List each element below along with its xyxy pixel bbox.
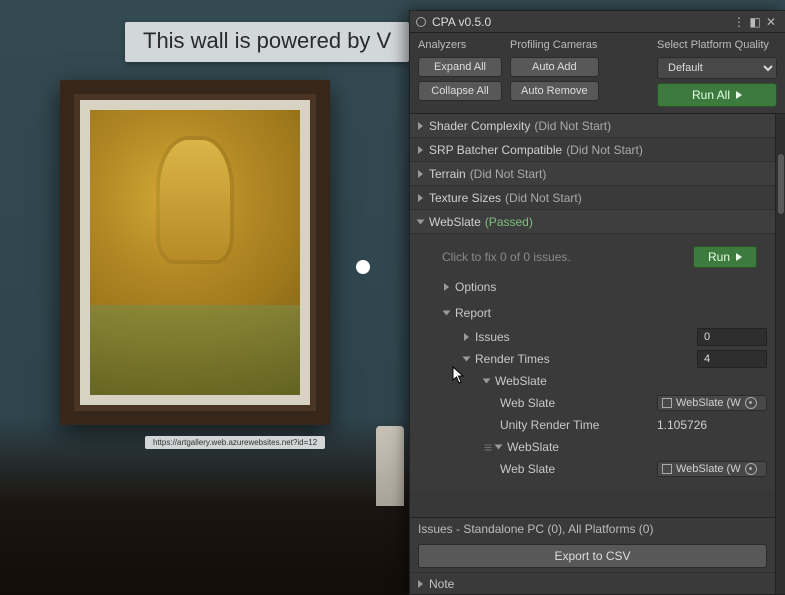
run-button[interactable]: Run <box>693 246 757 268</box>
prefab-icon <box>662 464 672 474</box>
platform-quality-select[interactable]: Default <box>657 57 777 79</box>
analyzer-name: Terrain <box>429 167 466 181</box>
analyzer-row-texture-sizes[interactable]: Texture Sizes (Did Not Start) <box>410 186 775 210</box>
analyzer-status: (Did Not Start) <box>505 191 582 205</box>
wall-banner: This wall is powered by V <box>125 22 409 62</box>
analyzer-row-webslate[interactable]: WebSlate (Passed) <box>410 210 775 234</box>
scrollbar-thumb[interactable] <box>778 154 784 214</box>
profiling-cameras-label: Profiling Cameras <box>510 39 599 53</box>
object-name: WebSlate (W <box>676 397 741 409</box>
analyzer-name: SRP Batcher Compatible <box>429 143 562 157</box>
expand-icon[interactable] <box>418 194 423 202</box>
render-entry-time-0: Unity Render Time 1.105726 <box>444 414 767 436</box>
panel-titlebar[interactable]: CPA v0.5.0 ⋮ ◧ ✕ <box>410 11 785 33</box>
dock-icon[interactable]: ◧ <box>747 15 763 29</box>
collapse-icon[interactable] <box>495 445 503 450</box>
analyzer-status: (Did Not Start) <box>566 143 643 157</box>
run-label: Run <box>708 250 730 264</box>
collapse-icon[interactable] <box>417 219 425 224</box>
painting-frame <box>60 80 330 425</box>
play-icon <box>736 91 742 99</box>
auto-add-button[interactable]: Auto Add <box>510 57 599 77</box>
render-times-node[interactable]: Render Times 4 <box>444 348 767 370</box>
center-reticle <box>356 260 370 274</box>
time-value: 1.105726 <box>657 418 767 432</box>
issues-count: 0 <box>697 328 767 346</box>
expand-icon[interactable] <box>418 146 423 154</box>
issues-summary: Issues - Standalone PC (0), All Platform… <box>410 518 775 540</box>
painting-artwork <box>90 110 300 395</box>
panel-title: CPA v0.5.0 <box>432 15 731 29</box>
expand-icon[interactable] <box>418 122 423 130</box>
expand-icon[interactable] <box>418 170 423 178</box>
analyzer-status: (Did Not Start) <box>470 167 547 181</box>
analyzer-row-srp-batcher[interactable]: SRP Batcher Compatible (Did Not Start) <box>410 138 775 162</box>
analyzer-status: (Passed) <box>485 215 533 229</box>
collapse-icon[interactable] <box>443 311 451 316</box>
analyzers-label: Analyzers <box>418 39 502 53</box>
collapse-all-button[interactable]: Collapse All <box>418 81 502 101</box>
object-name: WebSlate (W <box>676 463 741 475</box>
gallery-bench <box>376 426 404 506</box>
note-row[interactable]: Note <box>410 572 775 594</box>
time-label: Unity Render Time <box>500 418 599 432</box>
expand-icon[interactable] <box>464 333 469 341</box>
kebab-menu-icon[interactable]: ⋮ <box>731 15 747 29</box>
analyzer-row-shader-complexity[interactable]: Shader Complexity (Did Not Start) <box>410 114 775 138</box>
options-node[interactable]: Options <box>444 274 767 300</box>
collapse-icon[interactable] <box>483 379 491 384</box>
collapse-icon[interactable] <box>463 357 471 362</box>
prefab-icon <box>662 398 672 408</box>
vertical-scrollbar[interactable] <box>775 114 785 594</box>
render-times-count: 4 <box>697 350 767 368</box>
options-label: Options <box>455 280 496 294</box>
slate-label: Web Slate <box>500 396 555 410</box>
render-entry-group-1[interactable]: ≡ WebSlate <box>444 436 767 458</box>
expand-icon[interactable] <box>444 283 449 291</box>
run-all-button[interactable]: Run All <box>657 83 777 107</box>
platform-quality-label: Select Platform Quality <box>657 39 777 53</box>
issues-node[interactable]: Issues 0 <box>444 326 767 348</box>
slate-label: Web Slate <box>500 462 555 476</box>
cpa-panel: CPA v0.5.0 ⋮ ◧ ✕ Analyzers Expand All Co… <box>409 10 785 595</box>
webslate-section: Click to fix 0 of 0 issues. Run Options <box>410 234 775 490</box>
drag-handle-icon[interactable]: ≡ <box>484 439 490 455</box>
run-all-label: Run All <box>692 88 730 102</box>
entry-group-label: WebSlate <box>495 374 547 388</box>
render-entry-slate-0: Web Slate WebSlate (W <box>444 392 767 414</box>
panel-footer: Issues - Standalone PC (0), All Platform… <box>410 517 775 594</box>
play-icon <box>736 253 742 261</box>
render-entry-slate-1: Web Slate WebSlate (W <box>444 458 767 480</box>
painting-url-tag: https://artgallery.web.azurewebsites.net… <box>145 436 325 449</box>
analyzer-row-terrain[interactable]: Terrain (Did Not Start) <box>410 162 775 186</box>
fix-hint[interactable]: Click to fix 0 of 0 issues. <box>428 250 685 264</box>
auto-remove-button[interactable]: Auto Remove <box>510 81 599 101</box>
object-picker-icon[interactable] <box>745 463 757 475</box>
analyzer-status: (Did Not Start) <box>534 119 611 133</box>
render-entry-group-0[interactable]: WebSlate <box>444 370 767 392</box>
panel-icon <box>416 17 426 27</box>
expand-all-button[interactable]: Expand All <box>418 57 502 77</box>
analyzer-name: WebSlate <box>429 215 481 229</box>
close-icon[interactable]: ✕ <box>763 15 779 29</box>
issues-label: Issues <box>475 330 510 344</box>
note-label: Note <box>429 577 454 591</box>
analyzer-list: Shader Complexity (Did Not Start) SRP Ba… <box>410 114 775 517</box>
expand-icon[interactable] <box>418 580 423 588</box>
report-label: Report <box>455 306 491 320</box>
entry-group-label: WebSlate <box>507 440 559 454</box>
analyzer-name: Texture Sizes <box>429 191 501 205</box>
export-csv-button[interactable]: Export to CSV <box>418 544 767 568</box>
toolbar: Analyzers Expand All Collapse All Profil… <box>410 33 785 109</box>
object-field[interactable]: WebSlate (W <box>657 395 767 411</box>
object-field[interactable]: WebSlate (W <box>657 461 767 477</box>
report-node[interactable]: Report <box>444 300 767 326</box>
painting-mat <box>80 100 310 405</box>
render-times-label: Render Times <box>475 352 550 366</box>
analyzer-name: Shader Complexity <box>429 119 530 133</box>
object-picker-icon[interactable] <box>745 397 757 409</box>
